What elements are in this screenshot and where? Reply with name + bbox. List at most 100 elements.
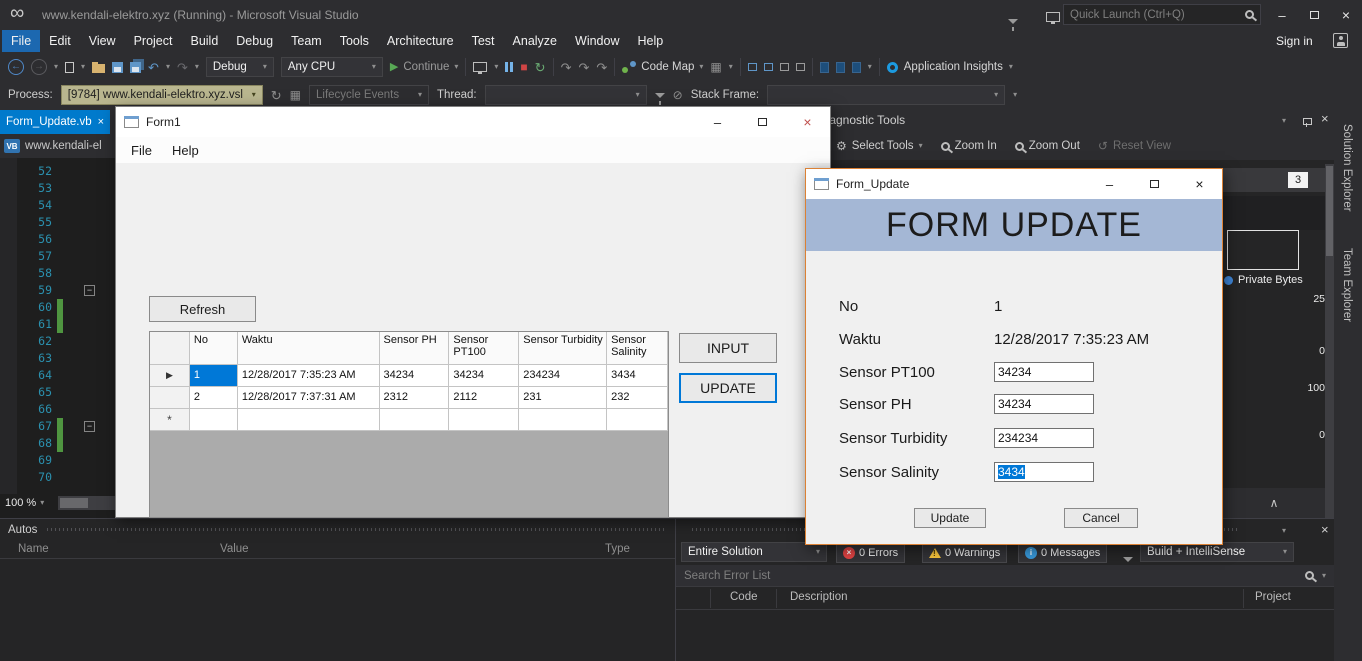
grid-cell[interactable]: 1 [190,365,238,387]
continue-button[interactable]: ▶ Continue ▾ [390,61,459,73]
scrollbar-thumb[interactable] [1326,166,1333,256]
form-update-maximize-button[interactable] [1132,169,1177,199]
grid-row-2[interactable]: 2 12/28/2017 7:37:31 AM 2312 2112 231 23… [150,387,668,409]
column-project[interactable]: Project [1255,591,1291,603]
navigate-back-icon[interactable]: ← [8,59,24,75]
caret-down-icon[interactable]: ▾ [868,63,872,71]
menu-architecture[interactable]: Architecture [378,30,463,52]
fold-toggle-icon[interactable]: − [84,421,95,432]
thread-combo[interactable]: ▾ [485,85,647,105]
undo-icon[interactable]: ↶ [148,61,159,74]
time-selection-box[interactable] [1227,230,1299,270]
panel-grip[interactable] [47,528,665,531]
row-header-cell[interactable] [150,387,190,409]
grid-cell[interactable]: 3434 [607,365,668,387]
events-count-badge[interactable]: 3 [1288,172,1308,188]
fold-toggle-icon[interactable]: − [84,285,95,296]
save-icon[interactable] [112,62,123,73]
form1-menu-help[interactable]: Help [162,143,209,158]
form-update-update-button[interactable]: Update [914,508,986,528]
close-button[interactable]: × [1330,0,1362,30]
solution-platform-combo[interactable]: Any CPU▾ [281,57,383,77]
form-update-close-button[interactable]: × [1177,169,1222,199]
suspend-icon[interactable]: ⊘ [673,89,683,101]
search-icon[interactable] [1245,10,1254,19]
step-into-icon[interactable]: ↷ [561,61,572,74]
grid-column-no[interactable]: No [190,332,238,365]
filter-threads-icon[interactable] [655,93,665,98]
grid-empty-cell[interactable] [238,409,380,431]
reset-view-button[interactable]: ↺ Reset View [1098,140,1171,152]
dock-window-icon[interactable] [796,63,805,71]
menu-view[interactable]: View [80,30,125,52]
layout-icon[interactable]: ▦ [710,61,721,73]
split-window-icon[interactable] [764,63,773,71]
process-combo[interactable]: [9784] www.kendali-elektro.xyz.vsl ▾ [61,85,263,105]
grid-cell[interactable]: 232 [607,387,668,409]
application-insights-button[interactable]: Application Insights ▾ [887,61,1013,73]
save-all-icon[interactable] [130,62,141,73]
form1-maximize-button[interactable] [740,107,785,137]
stop-debugging-icon[interactable]: ■ [520,61,527,73]
redo-dropdown-icon[interactable]: ▾ [195,63,199,71]
grid-cell[interactable]: 234234 [519,365,607,387]
toolbar-overflow-icon[interactable]: ▾ [1013,91,1017,99]
new-file-icon[interactable] [65,62,74,73]
autos-column-type[interactable]: Type [605,543,630,555]
refresh-process-icon[interactable]: ↻ [271,89,282,102]
grid-cell[interactable]: 34234 [380,365,450,387]
column-description[interactable]: Description [790,591,848,603]
process-list-icon[interactable]: ▦ [290,89,301,101]
menu-test[interactable]: Test [463,30,504,52]
quick-launch[interactable]: Quick Launch (Ctrl+Q) [1063,4,1261,25]
warnings-toggle-button[interactable]: ! 0 Warnings [922,542,1007,563]
user-account-icon[interactable] [1333,33,1348,48]
tab-solution-explorer[interactable]: Solution Explorer [1341,124,1353,212]
menu-team[interactable]: Team [282,30,331,52]
sensor-salinity-input[interactable]: 3434 [994,462,1094,482]
menu-build[interactable]: Build [181,30,227,52]
horizontal-scrollbar[interactable] [58,496,115,510]
grid-new-row[interactable]: * [150,409,668,431]
grid-empty-cell[interactable] [190,409,238,431]
sensor-pt100-input[interactable] [994,362,1094,382]
minimize-button[interactable]: – [1266,0,1298,30]
panel-menu-icon[interactable]: ▾ [1282,117,1286,125]
tab-close-icon[interactable]: × [98,116,104,128]
autos-title-bar[interactable]: Autos [0,519,675,540]
caret-down-icon[interactable]: ▾ [729,63,733,71]
form-update-title-bar[interactable]: Form_Update – × [806,169,1222,199]
lifecycle-events-combo[interactable]: Lifecycle Events ▾ [309,85,429,105]
menu-window[interactable]: Window [566,30,628,52]
float-window-icon[interactable] [780,63,789,71]
grid-cell[interactable]: 12/28/2017 7:37:31 AM [238,387,380,409]
editor-tab-form-update[interactable]: Form_Update.vb × [0,110,110,134]
navigate-forward-icon[interactable]: → [31,59,47,75]
menu-debug[interactable]: Debug [227,30,282,52]
collapsed-section-bar[interactable]: ∧ [1223,488,1325,518]
errors-toggle-button[interactable]: × 0 Errors [836,542,905,563]
select-tools-button[interactable]: ⚙ Select Tools ▾ [836,140,923,152]
solution-configuration-combo[interactable]: Debug▾ [206,57,274,77]
tab-team-explorer[interactable]: Team Explorer [1341,248,1353,322]
open-file-icon[interactable] [92,64,105,73]
form1-title-bar[interactable]: Form1 – × [116,107,830,137]
grid-cell[interactable]: 2 [190,387,238,409]
zoom-control[interactable]: 100 % ▾ [0,494,58,512]
scrollbar-thumb[interactable] [60,498,88,508]
filter-icon[interactable] [1123,557,1133,562]
grid-cell[interactable]: 2312 [380,387,450,409]
panel-menu-icon[interactable]: ▾ [1282,527,1286,535]
form1-menu-file[interactable]: File [121,143,162,158]
filter-source-combo[interactable]: Build + IntelliSense ▾ [1140,542,1294,562]
search-options-icon[interactable]: ▾ [1322,572,1326,580]
step-out-icon[interactable]: ↷ [596,61,607,74]
sensor-turbidity-input[interactable] [994,428,1094,448]
bookmark-next-icon[interactable] [852,62,861,73]
form1-close-button[interactable]: × [785,107,830,137]
form-update-cancel-button[interactable]: Cancel [1064,508,1138,528]
scope-combo[interactable]: Entire Solution ▾ [681,542,827,562]
bookmark-icon[interactable] [820,62,829,73]
vertical-scrollbar[interactable] [1325,164,1334,518]
error-list-search[interactable]: Search Error List ▾ [676,565,1334,587]
